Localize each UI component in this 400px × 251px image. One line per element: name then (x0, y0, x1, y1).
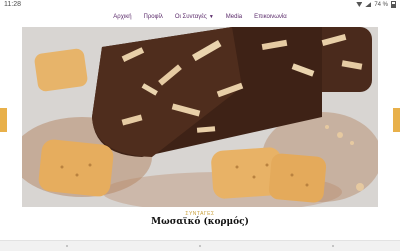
nav-item-home[interactable]: Αρχική (107, 9, 137, 25)
back-icon[interactable] (65, 245, 68, 247)
home-icon[interactable] (198, 245, 201, 247)
status-bar: 11:28 74 % (0, 0, 400, 9)
slider-next-button[interactable] (393, 108, 400, 132)
nav-item-profile[interactable]: Προφίλ (138, 9, 169, 25)
signal-icon (365, 2, 372, 7)
recents-icon[interactable] (332, 245, 335, 247)
battery-percent: 74 % (374, 1, 388, 8)
nav-item-label: Επικοινωνία (254, 14, 287, 20)
wifi-icon (356, 2, 363, 7)
nav-item-media[interactable]: Media (220, 9, 248, 25)
status-icons: 74 % (356, 0, 396, 9)
nav-item-label: Οι Συνταγές (174, 14, 207, 20)
chocolate-salami-photo (22, 27, 378, 207)
main-nav: Αρχική Προφίλ Οι Συνταγές ▼ Media Επικοιν… (0, 9, 400, 25)
nav-item-label: Αρχική (113, 14, 132, 20)
nav-item-recipes[interactable]: Οι Συνταγές ▼ (169, 9, 220, 25)
hero-image[interactable] (22, 27, 378, 207)
system-nav-bar (0, 240, 400, 251)
slider-prev-button[interactable] (0, 108, 7, 132)
chevron-down-icon: ▼ (208, 14, 214, 20)
battery-icon (391, 1, 396, 8)
status-time: 11:28 (4, 1, 21, 8)
nav-item-label: Media (225, 14, 243, 20)
post-title[interactable]: Μωσαϊκό (κορμός) (0, 217, 400, 227)
nav-item-contact[interactable]: Επικοινωνία (248, 9, 293, 25)
nav-item-label: Προφίλ (143, 14, 163, 20)
